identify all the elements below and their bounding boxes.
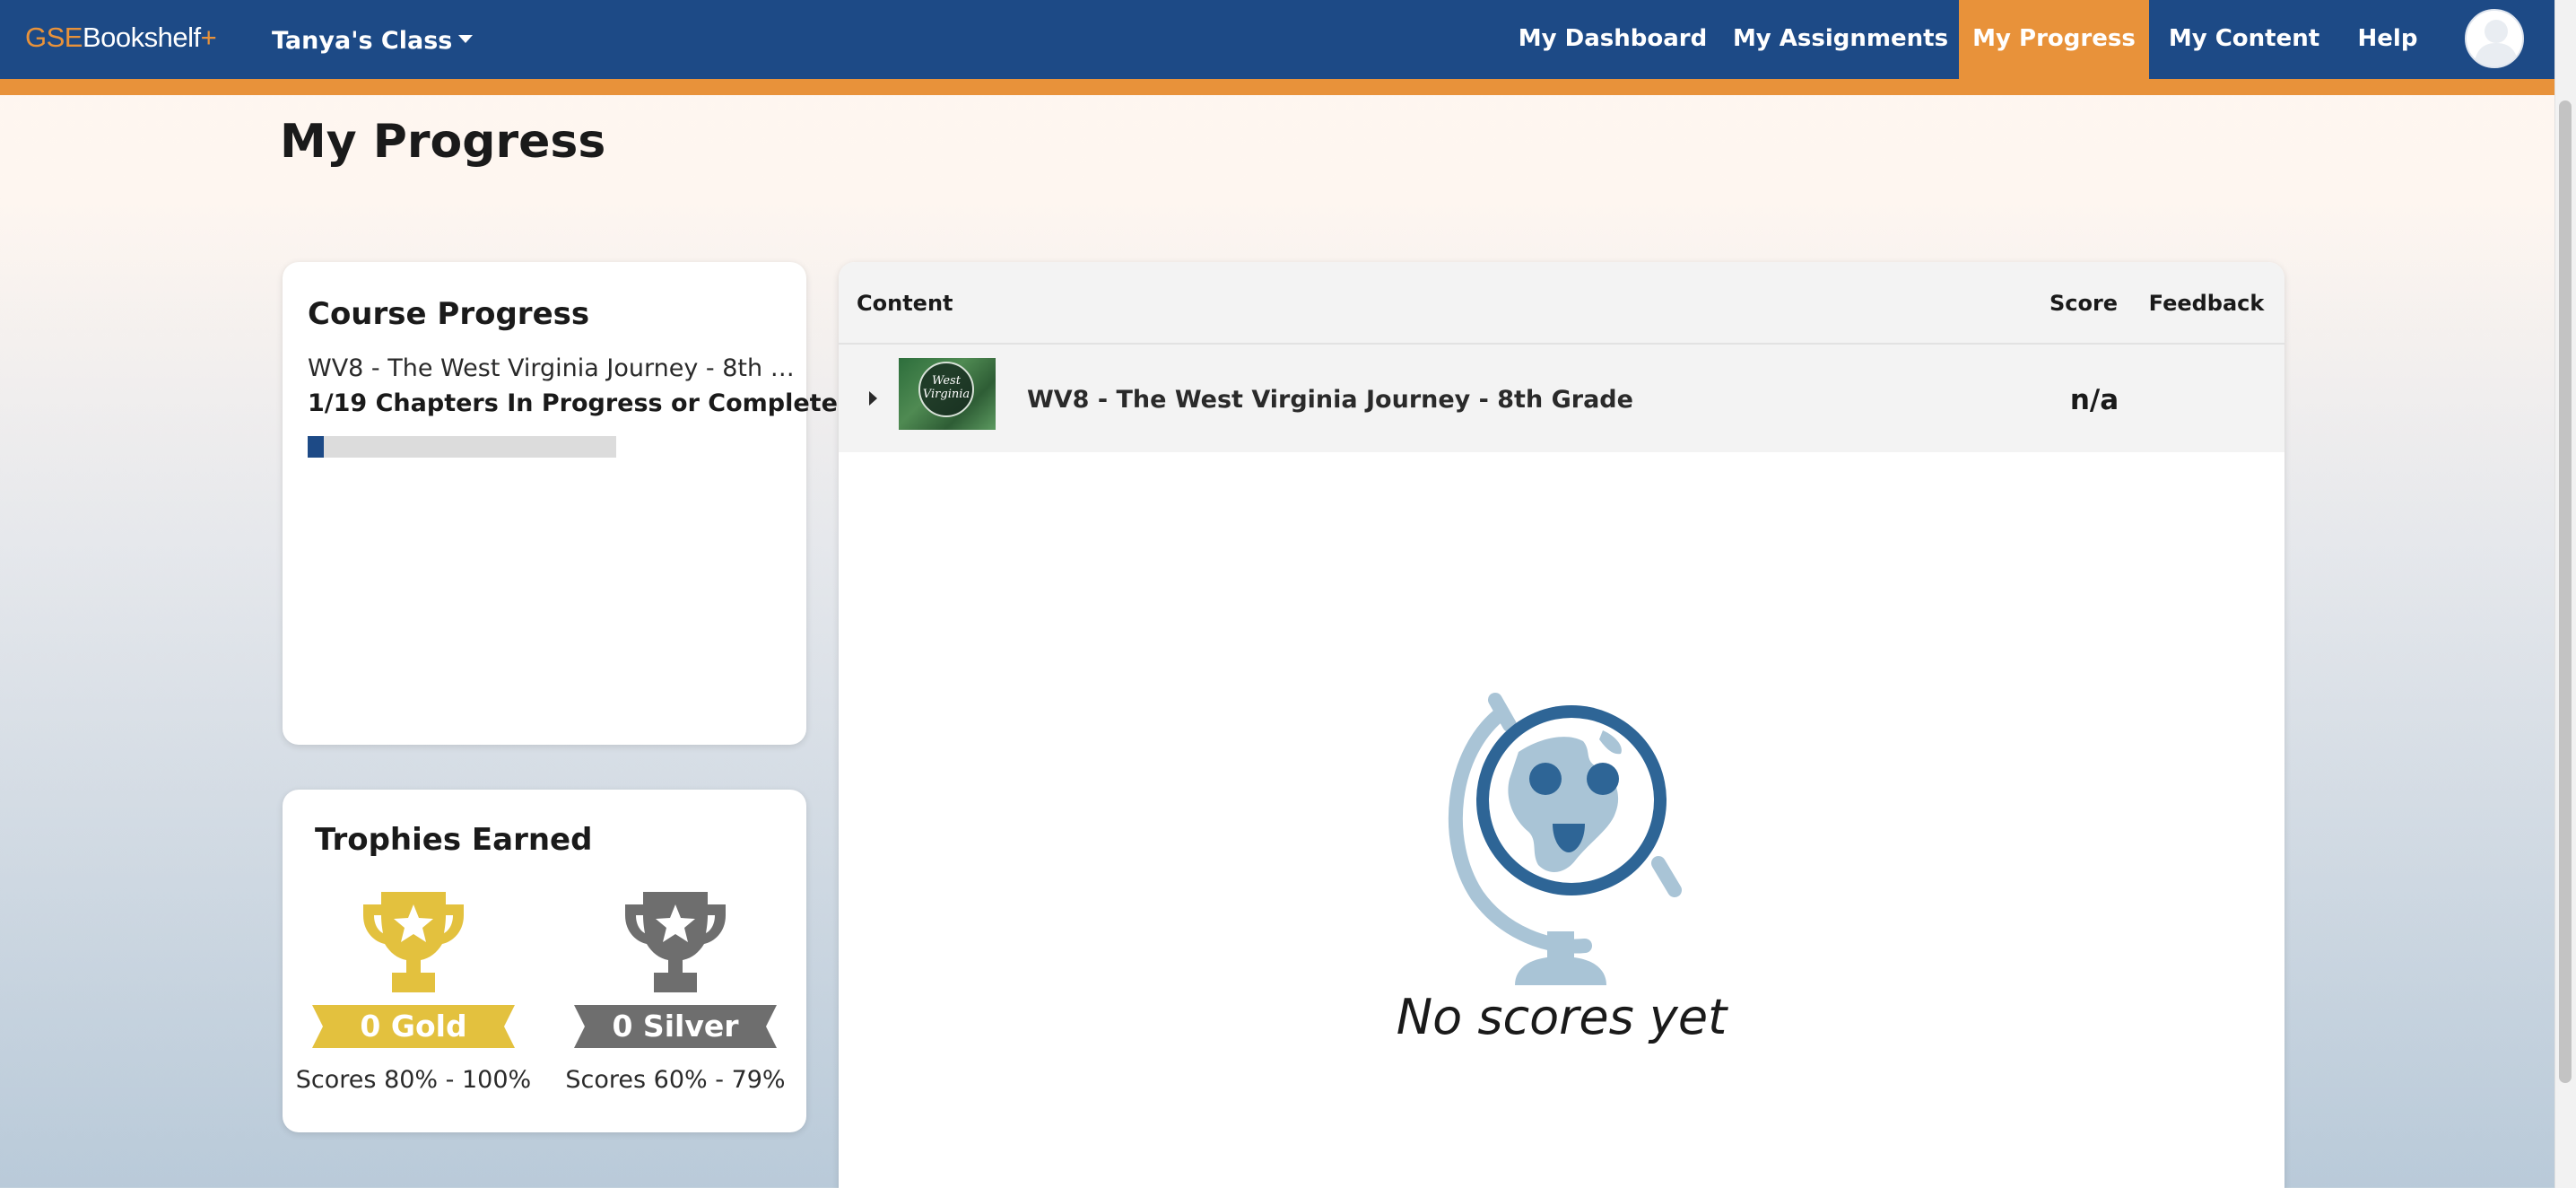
nav-my-content[interactable]: My Content — [2149, 0, 2339, 79]
trophies-card: Trophies Earned 0 Gold Scores 80% - 100%… — [283, 790, 806, 1132]
class-selector-label: Tanya's Class — [272, 27, 453, 55]
page-scrollbar-thumb[interactable] — [2559, 100, 2572, 1083]
page-title: My Progress — [280, 115, 606, 169]
table-row[interactable]: West Virginia WV8 - The West Virginia Jo… — [839, 345, 2284, 452]
empty-state-text: No scores yet — [1396, 989, 1727, 1045]
top-navbar: GSEBookshelf+ Tanya's Class My Dashboard… — [0, 0, 2554, 79]
course-progress-title: Course Progress — [308, 296, 590, 332]
logo-plus-text: + — [200, 22, 217, 53]
app-logo[interactable]: GSEBookshelf+ — [25, 22, 217, 54]
expand-arrow-icon[interactable] — [869, 391, 877, 406]
column-header-feedback: Feedback — [2148, 291, 2265, 316]
row-content-title[interactable]: WV8 - The West Virginia Journey - 8th Gr… — [1027, 345, 1633, 456]
gold-ribbon: 0 Gold — [312, 1005, 515, 1048]
avatar-silhouette-icon — [2467, 11, 2522, 66]
trophies-title: Trophies Earned — [315, 822, 593, 858]
nav-accent-strip — [0, 79, 2554, 95]
page-scrollbar[interactable] — [2554, 0, 2576, 1188]
gold-trophy-icon — [363, 892, 464, 992]
gold-range-text: Scores 80% - 100% — [295, 1066, 532, 1094]
caret-down-icon — [458, 35, 474, 43]
content-scores-panel: Content Score Feedback West Virginia WV8… — [839, 262, 2284, 1188]
silver-trophy: 0 Silver Scores 60% - 79% — [544, 888, 806, 1094]
nav-my-dashboard[interactable]: My Dashboard — [1503, 0, 1722, 79]
thumbnail-badge: West Virginia — [918, 362, 974, 417]
course-progress-card: Course Progress WV8 - The West Virginia … — [283, 262, 838, 745]
silver-trophy-icon — [625, 892, 726, 992]
logo-bookshelf-text: Bookshelf — [82, 22, 201, 53]
course-progress-bar-fill — [308, 436, 325, 458]
gold-count-label: 0 Gold — [360, 1009, 467, 1044]
gold-trophy: 0 Gold Scores 80% - 100% — [283, 888, 544, 1094]
course-name: WV8 - The West Virginia Journey - 8th Gr… — [308, 354, 797, 382]
row-score: n/a — [2069, 384, 2119, 416]
class-selector-dropdown[interactable]: Tanya's Class — [272, 27, 474, 55]
nav-my-progress[interactable]: My Progress — [1959, 0, 2149, 79]
silver-count-label: 0 Silver — [612, 1009, 739, 1044]
chapters-status: 1/19 Chapters In Progress or Complete — [308, 389, 838, 417]
silver-ribbon: 0 Silver — [574, 1005, 777, 1048]
nav-my-assignments[interactable]: My Assignments — [1722, 0, 1959, 79]
table-header: Content Score Feedback — [839, 262, 2284, 345]
globe-icon — [1448, 693, 1682, 985]
user-avatar-icon[interactable] — [2465, 9, 2524, 68]
silver-range-text: Scores 60% - 79% — [565, 1066, 786, 1094]
nav-help[interactable]: Help — [2339, 0, 2436, 79]
logo-gse-text: GSE — [25, 22, 83, 53]
column-header-content: Content — [857, 291, 953, 316]
column-header-score: Score — [2049, 291, 2119, 316]
course-thumbnail: West Virginia — [899, 358, 996, 430]
course-progress-bar — [308, 436, 616, 458]
